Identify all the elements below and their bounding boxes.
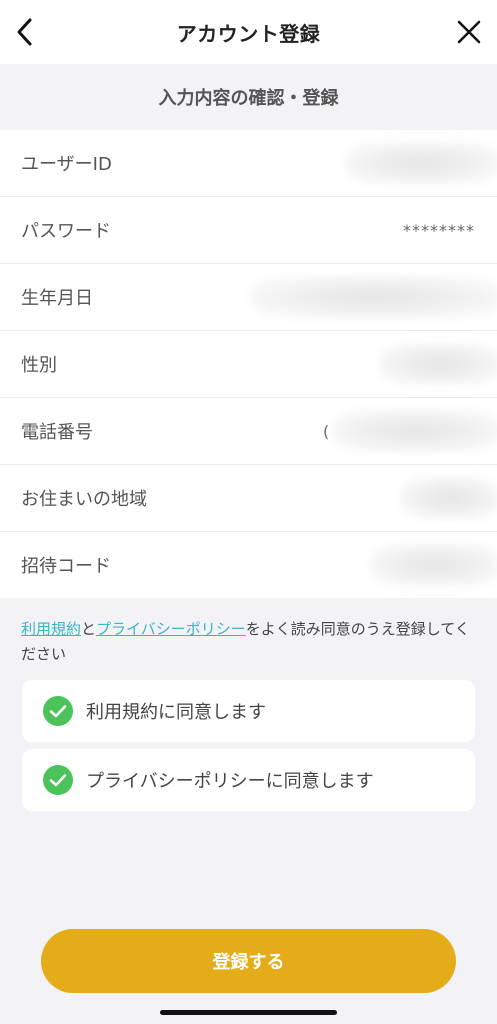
terms-connector: と	[81, 620, 97, 638]
field-value: ********	[403, 220, 475, 240]
check-circle-icon	[43, 765, 73, 795]
section-title: 入力内容の確認・登録	[158, 88, 339, 109]
field-row-region: お住まいの地域	[0, 465, 497, 532]
check-circle-icon	[43, 696, 73, 726]
register-button[interactable]: 登録する	[41, 929, 456, 993]
agree-terms-checkbox[interactable]: 利用規約に同意します	[22, 680, 475, 742]
agree-privacy-checkbox[interactable]: プライバシーポリシーに同意します	[22, 749, 475, 811]
terms-link[interactable]: 利用規約	[21, 620, 81, 638]
confirmation-list: ユーザーID パスワード ******** 生年月日 性別 電話番号 ( お住ま…	[0, 130, 497, 598]
app-header: アカウント登録	[0, 0, 497, 64]
close-icon[interactable]	[451, 14, 487, 50]
field-row-user-id: ユーザーID	[0, 130, 497, 197]
privacy-policy-link[interactable]: プライバシーポリシー	[96, 620, 246, 638]
redacted-value	[370, 544, 497, 586]
redacted-value	[332, 410, 497, 452]
home-indicator	[160, 1010, 337, 1015]
chevron-left-icon[interactable]	[8, 14, 44, 50]
terms-notice: 利用規約とプライバシーポリシーをよく読み同意のうえ登録してください	[21, 617, 481, 667]
page-title: アカウント登録	[176, 21, 321, 46]
redacted-value	[400, 477, 497, 519]
redacted-value	[380, 343, 497, 385]
agree-terms-label: 利用規約に同意します	[86, 702, 266, 723]
field-row-gender: 性別	[0, 331, 497, 398]
field-row-invite-code: 招待コード	[0, 532, 497, 598]
field-label: パスワード	[21, 221, 111, 242]
field-row-birthdate: 生年月日	[0, 264, 497, 331]
redacted-value	[250, 276, 497, 318]
field-row-phone: 電話番号 (	[0, 398, 497, 465]
field-row-password: パスワード ********	[0, 197, 497, 264]
redacted-value	[345, 142, 497, 184]
agree-privacy-label: プライバシーポリシーに同意します	[86, 771, 374, 792]
field-value: (	[323, 422, 331, 441]
